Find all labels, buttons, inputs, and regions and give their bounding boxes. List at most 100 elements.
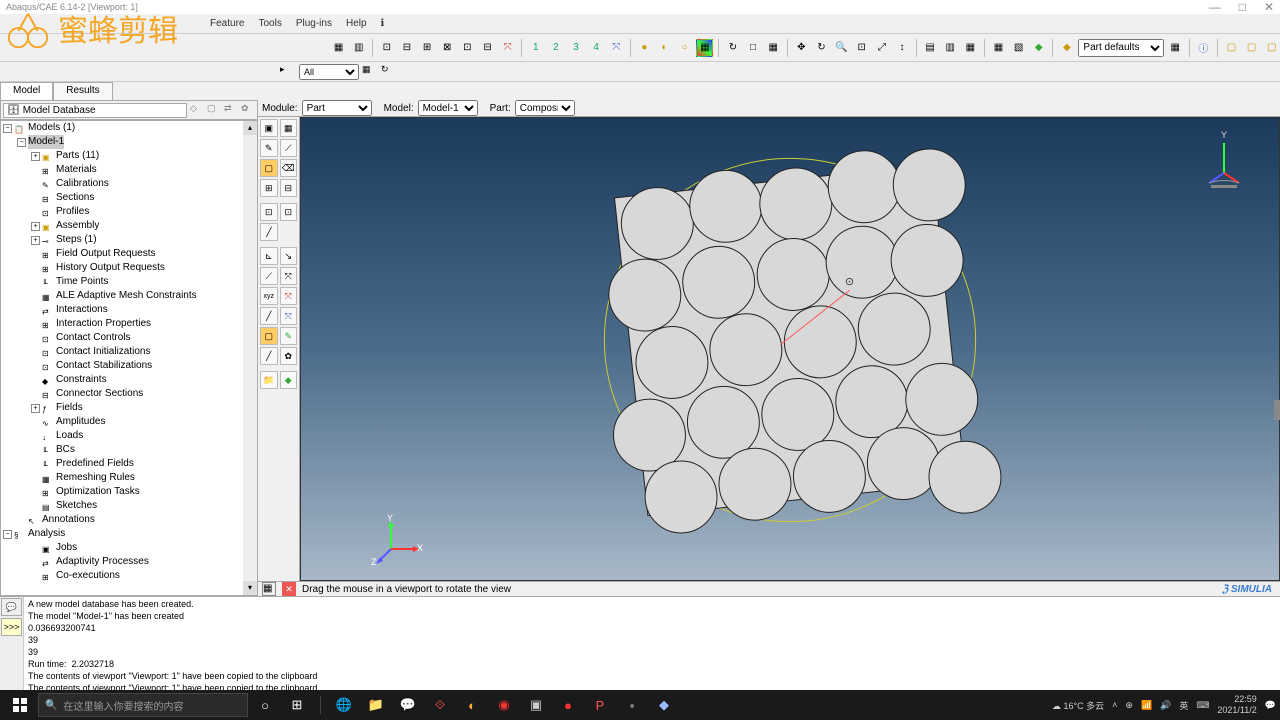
select-icon[interactable]: ▦	[262, 582, 276, 596]
datum-icon[interactable]: ⊞	[419, 39, 436, 57]
filter-select[interactable]: All	[299, 64, 359, 80]
grid-icon[interactable]: ▤	[922, 39, 939, 57]
module-select[interactable]: Part	[302, 100, 372, 116]
render-icon[interactable]: ◐	[656, 39, 673, 57]
tool-icon[interactable]: ▢	[260, 159, 278, 177]
datum-icon[interactable]: ⊠	[439, 39, 456, 57]
tree-scrollbar[interactable]: ▴▾	[243, 121, 257, 595]
tree-time-points[interactable]: Time Points	[56, 275, 108, 289]
tree-tool-icon[interactable]: ▢	[207, 103, 221, 117]
tree-model1[interactable]: Model-1	[28, 135, 64, 149]
help-icon[interactable]: ℹ	[381, 18, 385, 29]
tool-icon[interactable]: ╱	[260, 223, 278, 241]
tool-icon[interactable]: ✎	[260, 139, 278, 157]
color-1[interactable]: 1	[527, 39, 544, 57]
wifi-icon[interactable]: 📶	[1141, 700, 1152, 711]
color-4[interactable]: 4	[588, 39, 605, 57]
close-button[interactable]: ✕	[1264, 0, 1274, 14]
explorer-icon[interactable]: 📁	[361, 692, 391, 718]
app-icon[interactable]: ◉	[489, 692, 519, 718]
menu-help[interactable]: Help	[346, 18, 367, 29]
tool-icon[interactable]: ⊞	[260, 179, 278, 197]
notifications-icon[interactable]: 💬	[1265, 700, 1276, 711]
console-cli-icon[interactable]: >>>	[1, 618, 22, 636]
console-tab-icon[interactable]: 💬	[1, 598, 22, 616]
tool-icon[interactable]: ✿	[280, 347, 298, 365]
wechat-icon[interactable]: 💬	[393, 692, 423, 718]
tree-bcs[interactable]: BCs	[56, 443, 75, 457]
datum-icon[interactable]: ⊟	[479, 39, 496, 57]
render-icon[interactable]: ○	[676, 39, 693, 57]
tree-profiles[interactable]: Profiles	[56, 205, 89, 219]
page-scroll-handle[interactable]	[1274, 400, 1280, 420]
tool-icon[interactable]: ▦	[330, 39, 347, 57]
tree-steps[interactable]: Steps (1)	[56, 233, 97, 247]
tree-analysis[interactable]: Analysis	[28, 527, 65, 541]
app-icon[interactable]: ⟐	[425, 692, 455, 718]
menu-tools[interactable]: Tools	[258, 18, 281, 29]
terminal-icon[interactable]: ▪	[617, 692, 647, 718]
powerpoint-icon[interactable]: P	[585, 692, 615, 718]
tool-icon[interactable]: ⤧	[280, 267, 298, 285]
clock[interactable]: 22:592021/11/2	[1217, 694, 1256, 716]
tree-constraints[interactable]: Constraints	[56, 373, 107, 387]
tool-icon[interactable]: ▦	[362, 64, 378, 80]
viewport[interactable]: ⊙ Y X Z Y	[300, 117, 1280, 581]
model-tree[interactable]: −📋Models (1) −Model-1 +▣Parts (11) ⊞Mate…	[0, 120, 258, 596]
maximize-button[interactable]: □	[1239, 0, 1246, 14]
tree-tool-icon[interactable]: ✿	[241, 103, 255, 117]
zoom-box-icon[interactable]: ⊡	[853, 39, 870, 57]
rotate-icon[interactable]: ↻	[813, 39, 830, 57]
tray-chevron-icon[interactable]: ˄	[1112, 700, 1117, 710]
tree-contact-stab[interactable]: Contact Stabilizations	[56, 359, 152, 373]
part-icon[interactable]: ◆	[1030, 39, 1047, 57]
tree-tool-icon[interactable]: ⇄	[224, 103, 238, 117]
tree-adapt[interactable]: Adaptivity Processes	[56, 555, 149, 569]
cortana-icon[interactable]: ○	[250, 692, 280, 718]
grid-icon[interactable]: ▧	[1010, 39, 1027, 57]
tool-icon[interactable]: ╱	[260, 347, 278, 365]
tree-fields[interactable]: Fields	[56, 401, 83, 415]
tree-parts[interactable]: Parts (11)	[56, 149, 99, 163]
tool-icon[interactable]: xyz	[260, 287, 278, 305]
tree-amplitudes[interactable]: Amplitudes	[56, 415, 105, 429]
taskview-icon[interactable]: ⊞	[282, 692, 312, 718]
tree-field-out[interactable]: Field Output Requests	[56, 247, 156, 261]
tree-coexec[interactable]: Co-executions	[56, 569, 120, 583]
tool-icon[interactable]: 📁	[260, 371, 278, 389]
tree-ale[interactable]: ALE Adaptive Mesh Constraints	[56, 289, 197, 303]
render-icon[interactable]: ▦	[696, 39, 713, 57]
part-manager-icon[interactable]: ▦	[280, 119, 298, 137]
tree-annotations[interactable]: Annotations	[42, 513, 95, 527]
view-icon[interactable]: ▦	[765, 39, 782, 57]
tree-predef[interactable]: Predefined Fields	[56, 457, 134, 471]
tree-remesh[interactable]: Remeshing Rules	[56, 471, 135, 485]
tree-models[interactable]: Models (1)	[28, 121, 75, 135]
tree-int-props[interactable]: Interaction Properties	[56, 317, 151, 331]
datum-icon[interactable]: ⊟	[398, 39, 415, 57]
tool-icon[interactable]: ↻	[381, 64, 397, 80]
app-icon[interactable]: ▣	[521, 692, 551, 718]
system-tray[interactable]: ☁ 16°C 多云 ˄ ⊕ 📶 🔊 英 ⌨ 22:592021/11/2 💬	[1052, 694, 1276, 716]
weather-widget[interactable]: ☁ 16°C 多云	[1052, 699, 1104, 712]
color-3[interactable]: 3	[567, 39, 584, 57]
tool-icon[interactable]: ⊟	[280, 179, 298, 197]
apply-icon[interactable]: ▦	[1167, 39, 1184, 57]
tab-model[interactable]: Model	[0, 82, 53, 100]
tree-tool-icon[interactable]: ◇	[190, 103, 204, 117]
ime-icon[interactable]: ⌨	[1196, 700, 1209, 711]
tree-jobs[interactable]: Jobs	[56, 541, 77, 555]
tool-icon[interactable]: ◆	[280, 371, 298, 389]
tree-sketches[interactable]: Sketches	[56, 499, 97, 513]
tool-icon[interactable]: ╱	[260, 307, 278, 325]
tool-icon[interactable]: ⟋	[280, 139, 298, 157]
tool-icon[interactable]: ▸	[280, 64, 296, 80]
tree-optim[interactable]: Optimization Tasks	[56, 485, 140, 499]
box-icon[interactable]: ▢	[1243, 39, 1260, 57]
tree-interactions[interactable]: Interactions	[56, 303, 108, 317]
console-text[interactable]: A new model database has been created. T…	[24, 597, 1280, 696]
tree-hist-out[interactable]: History Output Requests	[56, 261, 165, 275]
color-icon[interactable]: ◆	[1058, 39, 1075, 57]
box-icon[interactable]: ▢	[1223, 39, 1240, 57]
search-box[interactable]: 🔍在这里输入你要搜索的内容	[38, 693, 248, 717]
